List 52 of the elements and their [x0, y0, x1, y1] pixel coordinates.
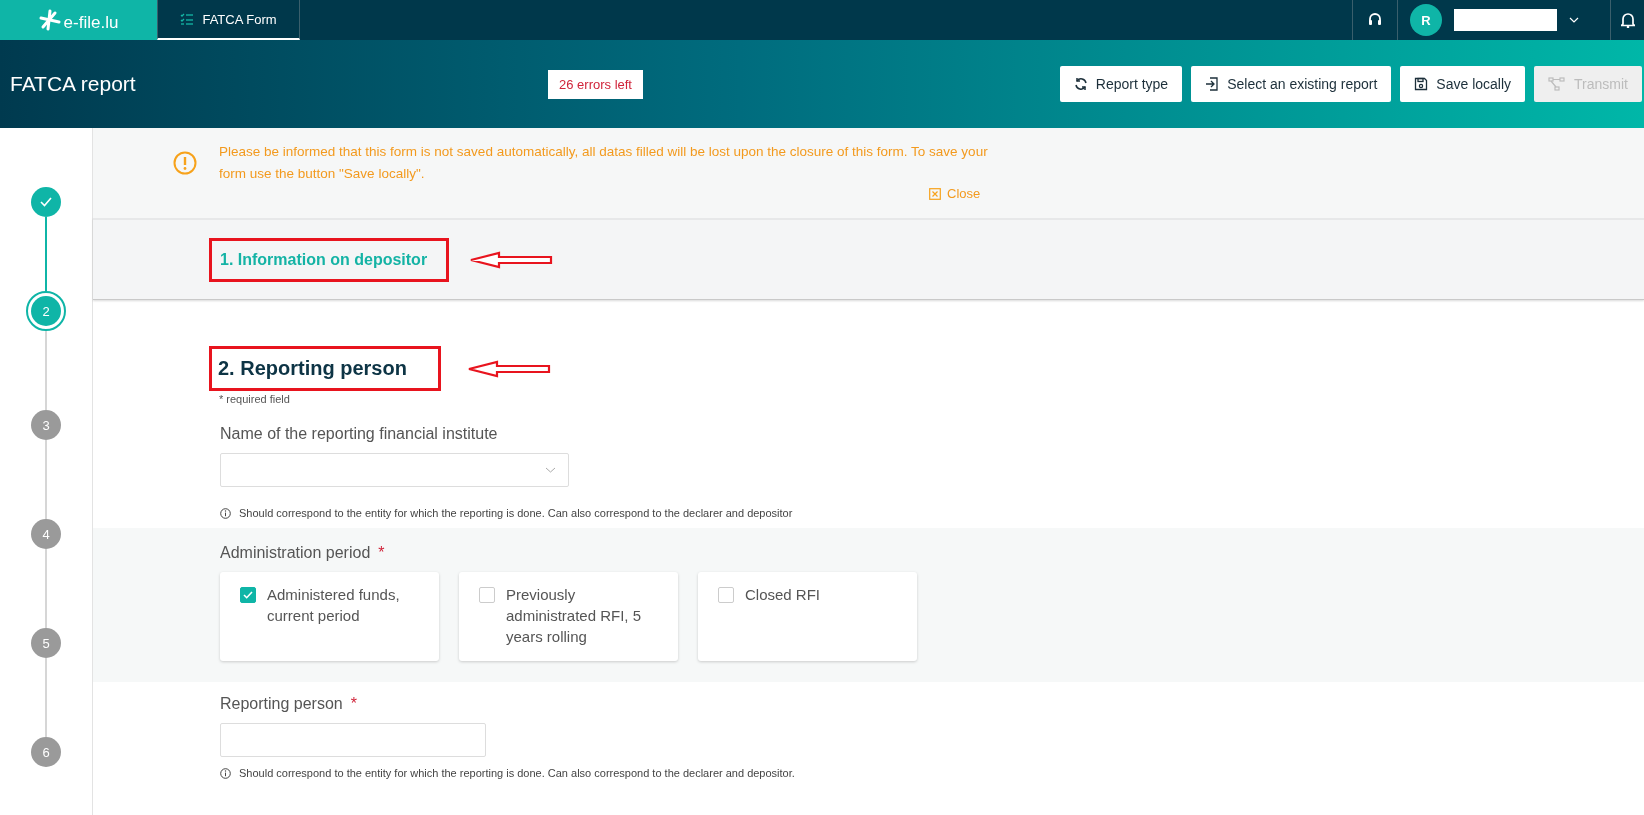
sign-in-icon	[1205, 77, 1220, 91]
star-logo-icon	[38, 9, 61, 31]
user-avatar[interactable]: R	[1410, 4, 1442, 36]
warning-icon	[173, 151, 197, 175]
chevron-down-icon	[545, 467, 556, 473]
logo-text: e-file.lu	[63, 13, 119, 33]
form-tab[interactable]: FATCA Form	[157, 0, 300, 40]
checkbox[interactable]	[479, 587, 495, 603]
field-label: Name of the reporting financial institute	[220, 425, 498, 443]
notice-text: Please be informed that this form is not saved automatically, all datas filled will be lost upon the closure of this form. To save your form use the button "Save locally".	[219, 143, 989, 183]
section-heading: 2. Reporting person	[218, 357, 407, 380]
checkbox[interactable]	[718, 587, 734, 603]
required-asterisk: *	[350, 695, 357, 713]
required-asterisk: *	[378, 544, 385, 562]
toolbar-button[interactable]: Report type	[1059, 66, 1183, 102]
step-indicator[interactable]: 5	[31, 628, 61, 658]
hint-text: Should correspond to the entity for which the reporting is done. Can also correspond to the declarer and depositor	[239, 507, 793, 519]
check-icon	[40, 197, 52, 207]
info-icon	[220, 767, 231, 779]
close-icon	[929, 187, 941, 200]
option-label: Previously administrated RFI, 5 years rolling	[506, 585, 643, 647]
option-card[interactable]: Administered funds, current period	[220, 572, 439, 661]
close-button[interactable]: Close	[929, 186, 981, 201]
dropdown-field[interactable]	[220, 453, 569, 487]
page-title: FATCA report	[10, 72, 137, 96]
step-indicator[interactable]: 2	[26, 291, 66, 331]
refresh-icon	[1073, 77, 1088, 91]
input-field[interactable]	[220, 723, 486, 757]
option-card[interactable]: Previously administrated RFI, 5 years rolling	[459, 572, 678, 661]
save-icon	[1414, 77, 1429, 91]
option-card[interactable]: Closed RFI	[698, 572, 917, 661]
caret-down-icon[interactable]	[1569, 17, 1579, 23]
option-label: Closed RFI	[745, 585, 821, 605]
hint-text: Should correspond to the entity for which the reporting is done. Can also correspond to the declarer and depositor.	[239, 767, 795, 779]
toolbar-button[interactable]: Select an existing report	[1191, 66, 1392, 102]
option-label: Administered funds, current period	[267, 585, 401, 626]
checkbox[interactable]	[240, 587, 256, 603]
errors-badge: 26 errors left	[548, 69, 643, 99]
completed-step[interactable]	[31, 187, 61, 217]
step-indicator[interactable]: 3	[31, 410, 61, 440]
step-indicator[interactable]: 6	[31, 737, 61, 767]
toolbar-button[interactable]: Save locally	[1400, 66, 1526, 102]
info-icon	[220, 507, 231, 519]
step-indicator[interactable]: 4	[31, 519, 61, 549]
section-heading[interactable]: 1. Information on depositor	[220, 250, 428, 269]
field-label: Reporting person	[220, 695, 343, 713]
field-label: Administration period	[220, 544, 371, 562]
required-note: * required field	[219, 393, 291, 405]
check-icon	[243, 591, 253, 599]
network-icon	[1548, 77, 1567, 91]
checklist-icon	[180, 13, 195, 25]
logo[interactable]: e-file.lu	[0, 0, 157, 40]
